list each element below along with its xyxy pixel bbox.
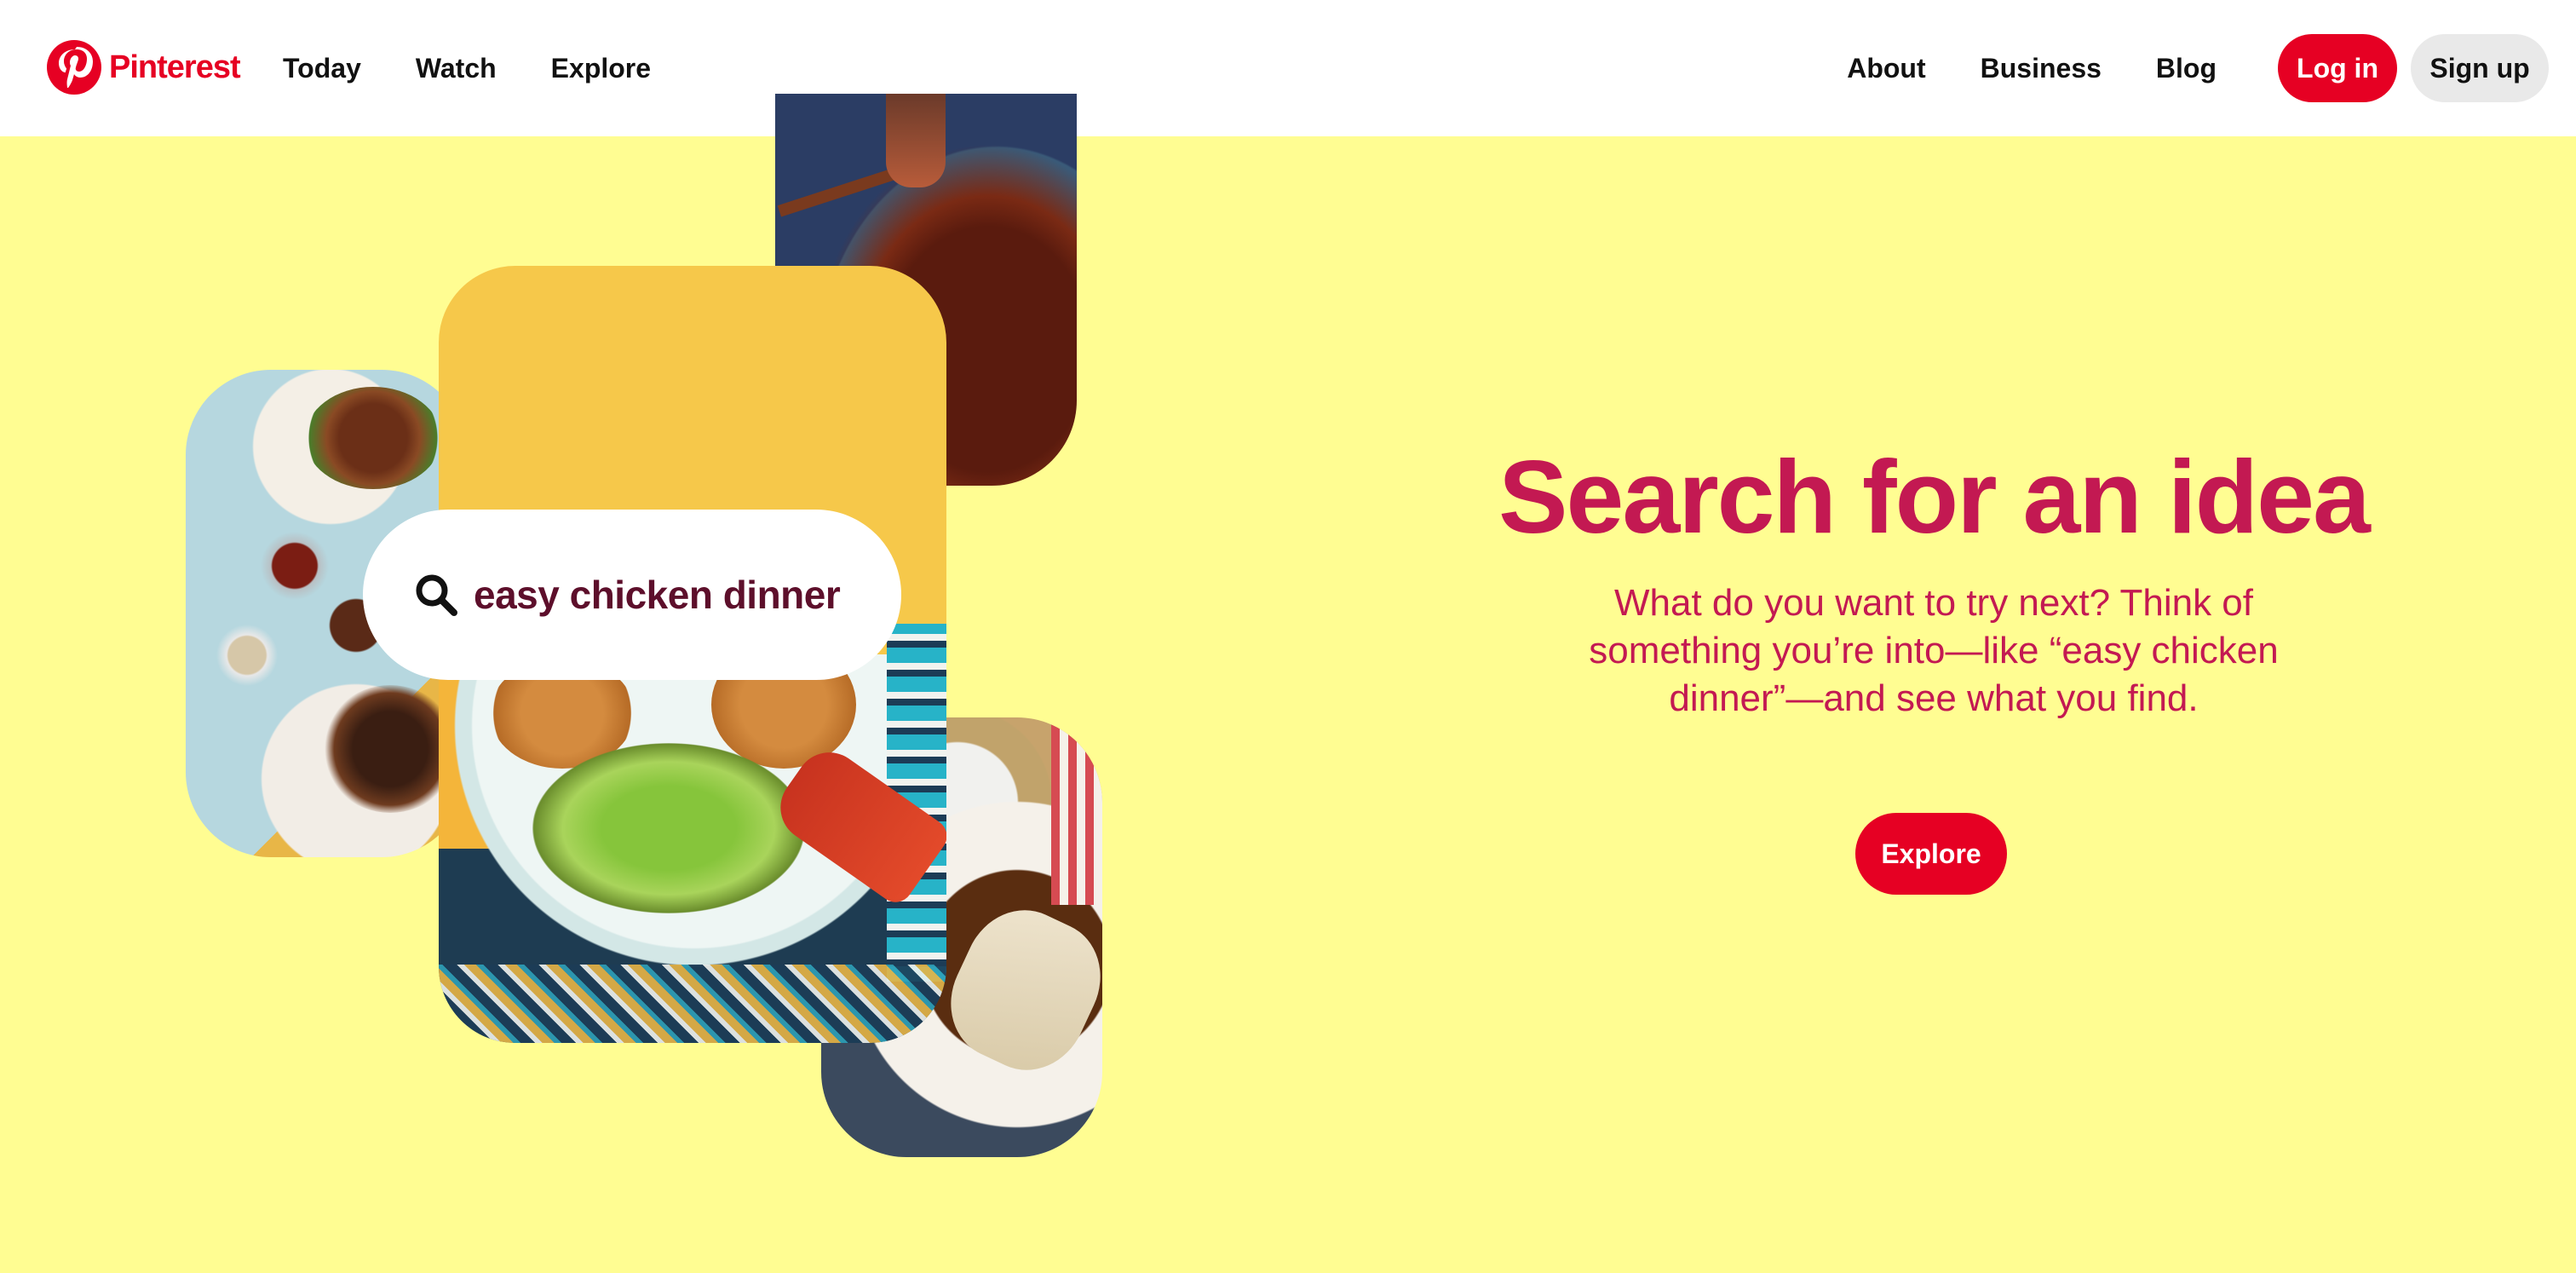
nav-about[interactable]: About [1820, 48, 1952, 89]
tablecloth-decor [439, 965, 946, 1043]
meat-decor [322, 685, 458, 813]
meat-decor [305, 387, 441, 489]
pinterest-logo-icon [47, 40, 101, 95]
nav-business[interactable]: Business [1953, 48, 2129, 89]
nav-watch[interactable]: Watch [388, 48, 524, 89]
nav-explore[interactable]: Explore [524, 48, 678, 89]
napkin-decor [1051, 717, 1102, 905]
secondary-nav: About Business Blog [1820, 48, 2244, 89]
top-navbar: Pinterest Today Watch Explore About Busi… [0, 0, 2576, 136]
sauce-jar-decor [886, 94, 946, 187]
salad-decor [532, 743, 805, 913]
explore-button[interactable]: Explore [1855, 813, 2007, 895]
signup-button[interactable]: Sign up [2411, 34, 2549, 102]
brand-name: Pinterest [109, 49, 241, 85]
pinterest-logo[interactable]: Pinterest [46, 39, 241, 95]
hero-subtitle: What do you want to try next? Think of s… [1589, 582, 2279, 719]
login-button[interactable]: Log in [2278, 34, 2397, 102]
search-query-text: easy chicken dinner [474, 573, 841, 617]
nav-blog[interactable]: Blog [2129, 48, 2244, 89]
search-icon [416, 574, 457, 616]
sliced-chicken-decor [931, 891, 1102, 1089]
example-search-pill[interactable]: easy chicken dinner [363, 510, 901, 680]
hero-title: Search for an idea [1498, 439, 2371, 555]
nav-today[interactable]: Today [283, 48, 388, 89]
primary-nav: Today Watch Explore [283, 48, 678, 89]
